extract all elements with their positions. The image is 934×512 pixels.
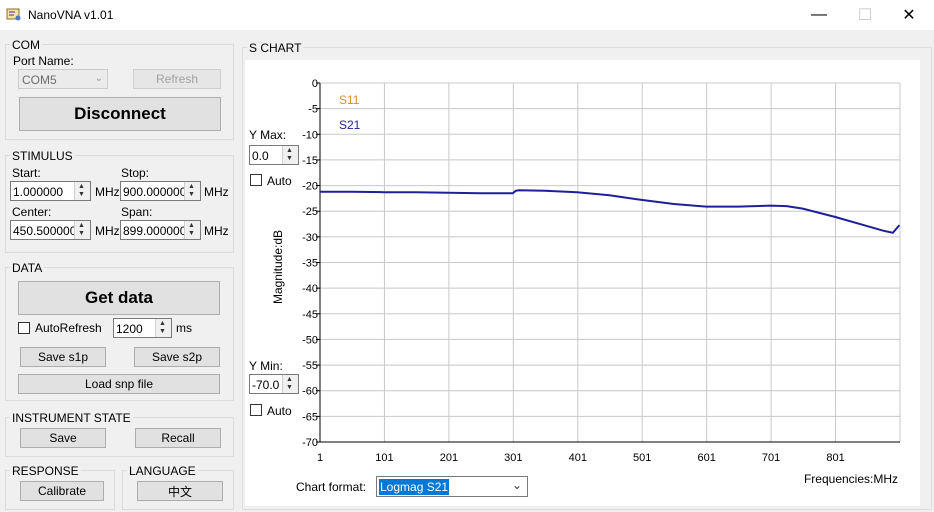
x-tick-label: 501 <box>633 452 651 464</box>
y-tick-label: -50 <box>302 334 318 346</box>
x-tick-label: 201 <box>440 452 458 464</box>
maximize-icon: ☐ <box>857 7 873 24</box>
chevron-down-icon: ⌄ <box>511 478 522 492</box>
legend-entry-s21: S21 <box>339 118 361 132</box>
center-value: 450.500000 <box>13 224 77 238</box>
interval-input[interactable]: 1200 ▲ ▼ <box>113 318 172 338</box>
start-value: 1.000000 <box>13 185 64 199</box>
close-icon: ✕ <box>902 7 916 24</box>
x-tick-label: 801 <box>826 452 844 464</box>
y-tick-label: -45 <box>302 309 318 321</box>
y-tick-label: -35 <box>302 258 318 270</box>
span-input[interactable]: 899.000000 ▲ ▼ <box>120 220 201 240</box>
x-tick-label: 1 <box>317 452 323 464</box>
maximize-button[interactable]: ☐ <box>842 0 888 30</box>
instrument-state-group-title: INSTRUMENT STATE <box>10 411 133 425</box>
s-chart: 1 101 201 301 401 501 601 701 801 0 -5 -10 -15 -20 -25… <box>271 78 901 486</box>
x-axis-label: Frequencies:MHz <box>804 472 898 486</box>
refresh-button[interactable]: Refresh <box>133 69 221 89</box>
x-tick-label: 601 <box>697 452 715 464</box>
stop-input[interactable]: 900.000000 ▲ ▼ <box>120 181 201 201</box>
stop-label: Stop: <box>121 166 150 180</box>
port-select-value: COM5 <box>22 73 57 87</box>
calibrate-button[interactable]: Calibrate <box>20 481 104 501</box>
span-value: 899.000000 <box>123 224 187 238</box>
state-recall-button[interactable]: Recall <box>135 428 221 448</box>
minimize-icon: — <box>811 6 827 23</box>
chart-grid <box>316 82 901 443</box>
y-tick-label: -10 <box>302 129 318 141</box>
y-tick-label: -5 <box>308 104 318 116</box>
chart-format-select[interactable]: Logmag S21 ⌄ <box>376 476 528 497</box>
y-tick-label: -25 <box>302 206 318 218</box>
x-tick-label: 301 <box>504 452 522 464</box>
y-tick-label: -30 <box>302 232 318 244</box>
interval-unit: ms <box>176 321 192 335</box>
start-unit: MHz <box>95 185 120 199</box>
minimize-button[interactable]: — <box>796 0 842 30</box>
get-data-button[interactable]: Get data <box>18 281 220 315</box>
interval-value: 1200 <box>116 322 143 336</box>
center-spin-buttons[interactable]: ▲ ▼ <box>74 221 90 239</box>
y-tick-label: -20 <box>302 181 318 193</box>
y-tick-label: 0 <box>312 78 318 90</box>
x-tick-label: 101 <box>375 452 393 464</box>
span-label: Span: <box>121 205 153 219</box>
start-input[interactable]: 1.000000 ▲ ▼ <box>10 181 91 201</box>
save-s1p-button[interactable]: Save s1p <box>20 347 106 367</box>
center-unit: MHz <box>95 224 120 238</box>
chart-format-label: Chart format: <box>296 480 367 494</box>
y-axis-label: Magnitude:dB <box>271 230 285 304</box>
language-group-title: LANGUAGE <box>127 464 198 478</box>
interval-spin-buttons[interactable]: ▲ ▼ <box>155 319 171 337</box>
autorefresh-label: AutoRefresh <box>35 321 102 335</box>
chevron-down-icon: ⌄ <box>94 73 103 84</box>
stop-unit: MHz <box>204 185 229 199</box>
chart-format-value: Logmag S21 <box>379 479 450 495</box>
x-tick-label: 701 <box>762 452 780 464</box>
save-s2p-button[interactable]: Save s2p <box>134 347 220 367</box>
y-tick-label: -15 <box>302 155 318 167</box>
port-name-label: Port Name: <box>13 54 74 68</box>
close-button[interactable]: ✕ <box>886 0 932 30</box>
chart-ticks: 1 101 201 301 401 501 601 701 801 0 -5 -10 -15 -20 -25… <box>302 78 845 464</box>
stimulus-group-title: STIMULUS <box>10 149 75 163</box>
state-save-button[interactable]: Save <box>20 428 106 448</box>
x-tick-label: 401 <box>569 452 587 464</box>
language-button[interactable]: 中文 <box>137 481 223 501</box>
response-group-title: RESPONSE <box>10 464 81 478</box>
com-group-title: COM <box>10 38 42 52</box>
y-tick-label: -55 <box>302 360 318 372</box>
disconnect-button[interactable]: Disconnect <box>19 97 221 131</box>
s-chart-group-title: S CHART <box>247 41 304 55</box>
y-tick-label: -40 <box>302 283 318 295</box>
center-label: Center: <box>12 205 52 219</box>
load-snp-button[interactable]: Load snp file <box>18 374 220 394</box>
stop-spin-buttons[interactable]: ▲ ▼ <box>184 182 200 200</box>
y-tick-label: -70 <box>302 437 318 449</box>
span-spin-buttons[interactable]: ▲ ▼ <box>184 221 200 239</box>
y-tick-label: -65 <box>302 411 318 423</box>
start-label: Start: <box>12 166 41 180</box>
chart-legend: S11 S21 <box>339 93 361 132</box>
app-icon <box>6 6 22 22</box>
span-unit: MHz <box>204 224 229 238</box>
autorefresh-checkbox[interactable] <box>18 322 30 334</box>
data-group-title: DATA <box>10 261 45 275</box>
center-input[interactable]: 450.500000 ▲ ▼ <box>10 220 91 240</box>
y-tick-label: -60 <box>302 386 318 398</box>
legend-entry-s11: S11 <box>339 93 360 107</box>
stop-value: 900.000000 <box>123 185 187 199</box>
start-spin-buttons[interactable]: ▲ ▼ <box>74 182 90 200</box>
title-bar: NanoVNA v1.01 — ☐ ✕ <box>0 0 934 30</box>
port-select[interactable]: COM5 ⌄ <box>18 69 108 89</box>
window-title: NanoVNA v1.01 <box>28 8 114 22</box>
